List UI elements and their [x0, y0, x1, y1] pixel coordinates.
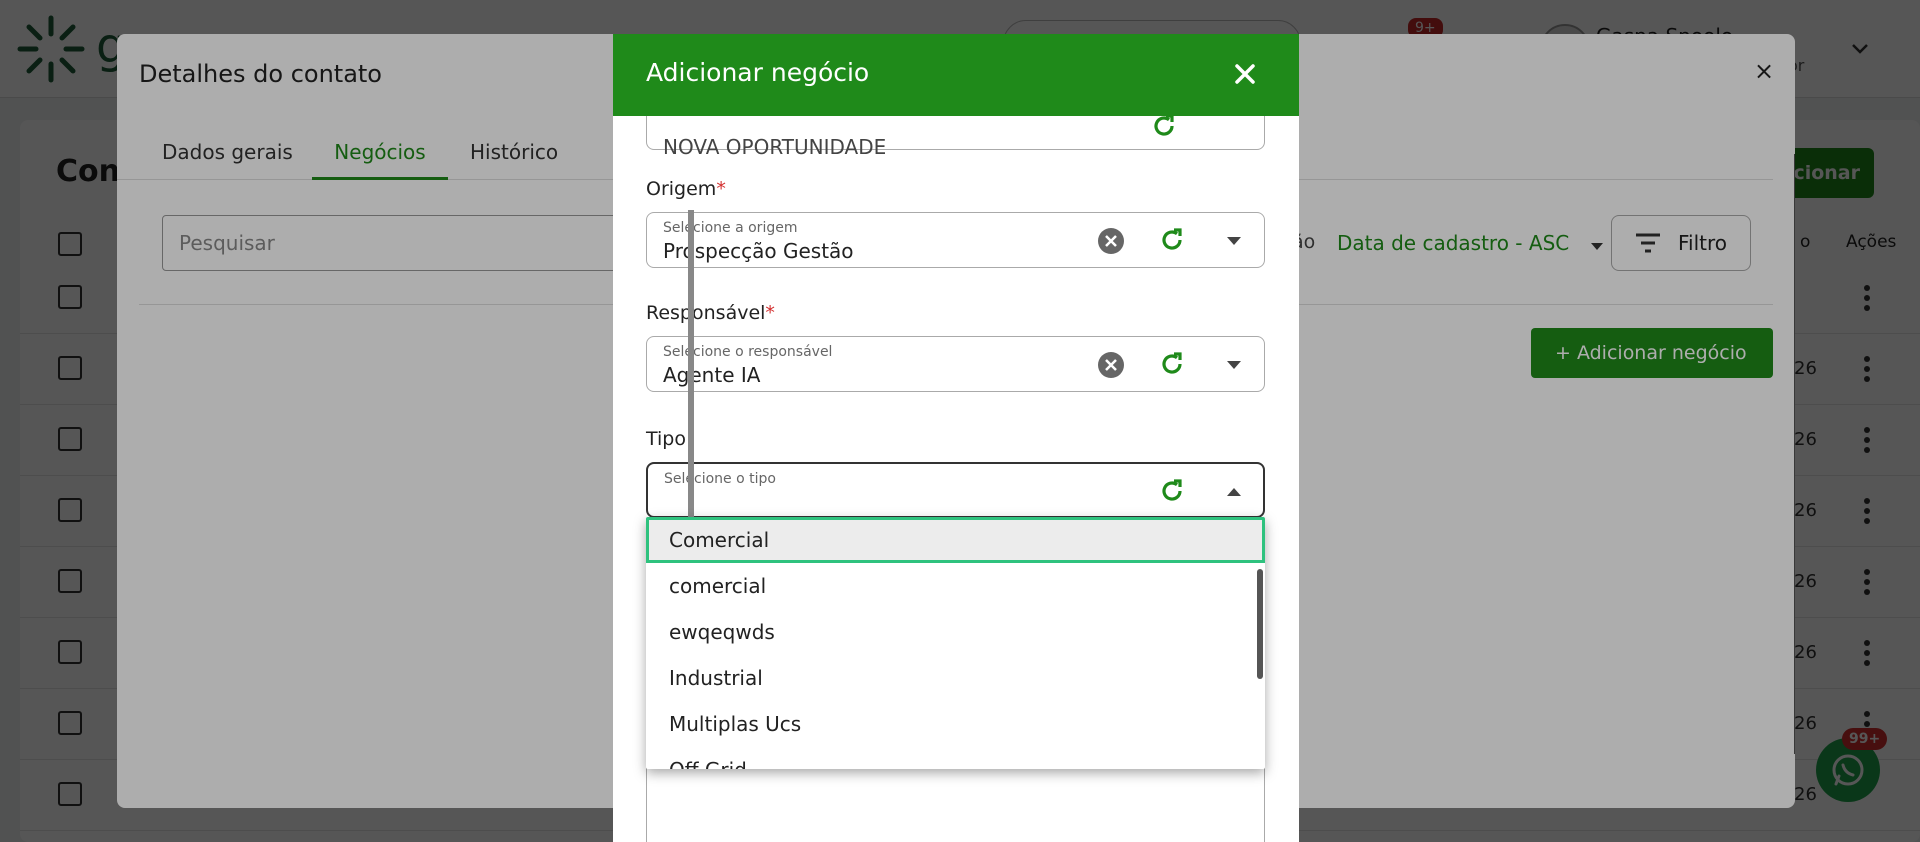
clear-icon[interactable]: [1097, 351, 1125, 379]
clear-icon[interactable]: [1097, 227, 1125, 255]
stage-select-value: NOVA OPORTUNIDADE: [663, 135, 887, 159]
origem-select[interactable]: Selecione a origem Prospecção Gestão: [646, 212, 1265, 268]
dropdown-option-off-grid[interactable]: Off Grid: [646, 747, 1265, 769]
refresh-icon[interactable]: [1157, 476, 1187, 506]
refresh-icon[interactable]: [1157, 349, 1187, 379]
caret-down-icon[interactable]: [1225, 235, 1243, 247]
responsavel-label-text: Responsável: [646, 302, 766, 324]
dropdown-option-industrial[interactable]: Industrial: [646, 655, 1265, 701]
refresh-icon[interactable]: [1157, 225, 1187, 255]
tipo-select[interactable]: Selecione o tipo: [646, 462, 1265, 518]
responsavel-label: Responsável*: [646, 302, 775, 324]
origem-label-text: Origem: [646, 178, 717, 200]
dropdown-option-comercial[interactable]: Comercial: [646, 517, 1265, 563]
dropdown-option-multiplas-ucs[interactable]: Multiplas Ucs: [646, 701, 1265, 747]
responsavel-select[interactable]: Selecione o responsável Agente IA: [646, 336, 1265, 392]
close-icon[interactable]: [1225, 54, 1265, 94]
origem-placeholder: Selecione a origem: [663, 220, 798, 236]
tipo-label-text: Tipo: [646, 428, 686, 450]
dialog-title: Adicionar negócio: [646, 58, 870, 87]
tipo-dropdown-menu: Comercial comercial ewqeqwds Industrial …: [646, 517, 1265, 769]
caret-down-icon[interactable]: [1225, 359, 1243, 371]
dialog-header: Adicionar negócio: [613, 34, 1299, 116]
responsavel-value: Agente IA: [663, 363, 761, 387]
tipo-label: Tipo: [646, 428, 686, 450]
caret-up-icon[interactable]: [1225, 486, 1243, 498]
origem-label: Origem*: [646, 178, 726, 200]
required-mark: *: [765, 302, 775, 324]
dropdown-scrollbar[interactable]: [1257, 569, 1263, 679]
dropdown-option-ewqeqwds[interactable]: ewqeqwds: [646, 609, 1265, 655]
required-mark: *: [716, 178, 726, 200]
dropdown-option-comercial-lower[interactable]: comercial: [646, 563, 1265, 609]
tipo-placeholder: Selecione o tipo: [664, 471, 776, 487]
